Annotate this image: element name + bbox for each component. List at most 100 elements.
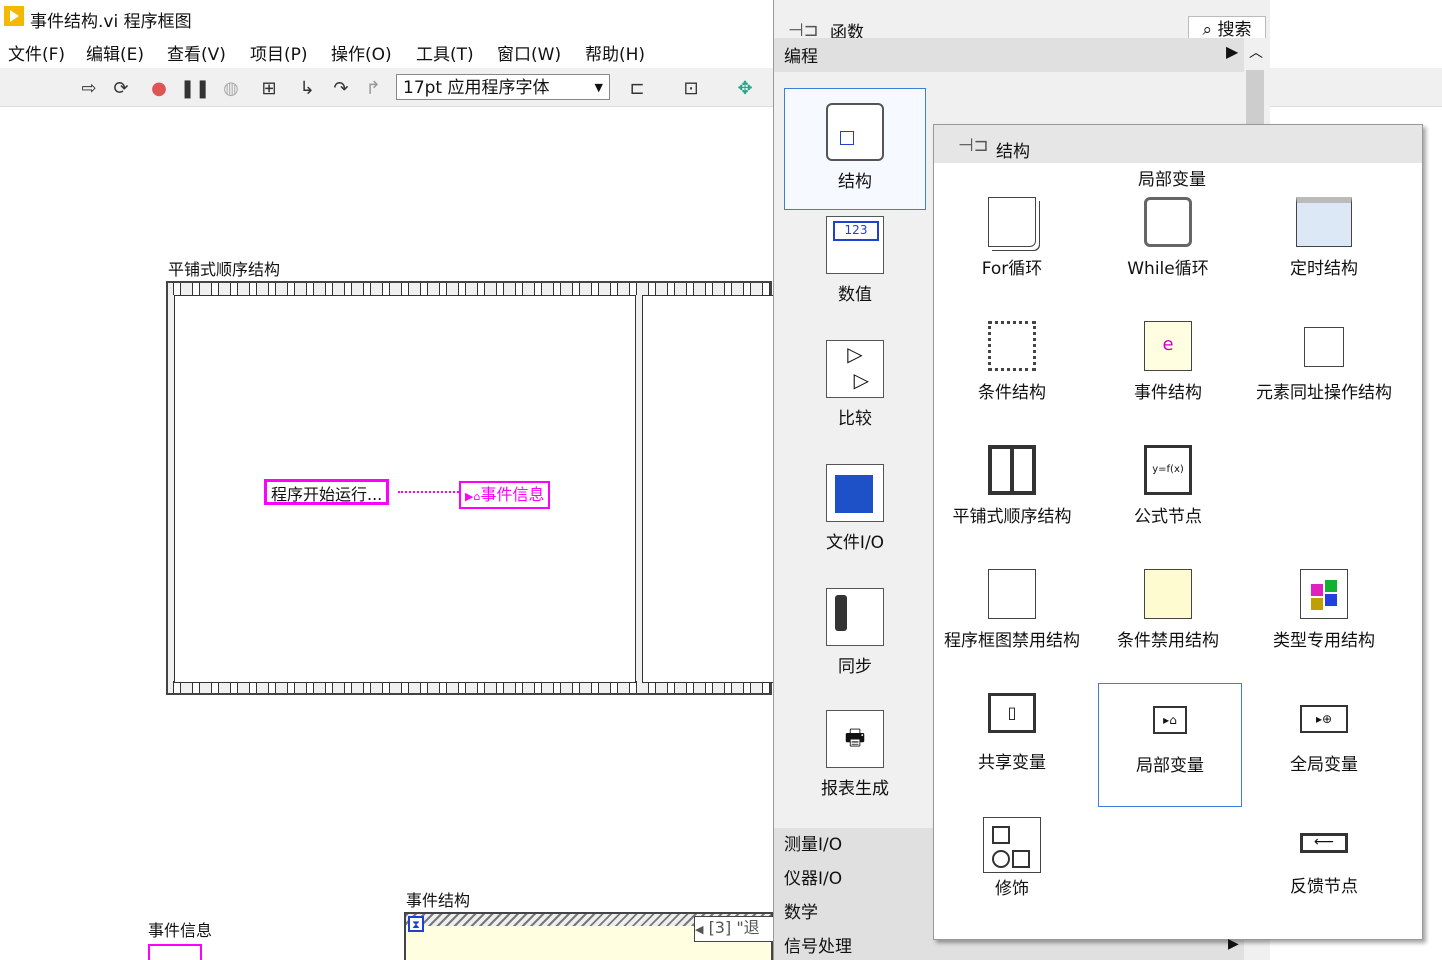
menu-window[interactable]: 窗口(W)	[497, 40, 561, 65]
palette-item-file-io[interactable]: 文件I/O	[784, 460, 926, 582]
event-structure-label: 事件结构	[406, 891, 471, 910]
menu-file[interactable]: 文件(F)	[8, 40, 65, 65]
palette-item-synchronization[interactable]: 同步	[784, 584, 926, 706]
type-square-blue	[1325, 594, 1337, 606]
palette-item-report-generation[interactable]: 🖶 报表生成	[784, 706, 926, 828]
selector-decrement-icon[interactable]: ◀	[695, 923, 703, 936]
sequence-frame-2[interactable]	[642, 295, 784, 683]
category-title: 编程	[784, 47, 818, 67]
palette-item-label: 文件I/O	[825, 533, 885, 553]
abort-icon[interactable]: ●	[148, 78, 170, 100]
item-diagram-disable[interactable]: 程序框图禁用结构	[940, 569, 1084, 693]
item-global-variable[interactable]: ▸⊕ 全局变量	[1252, 693, 1396, 817]
category-mathematics[interactable]: 数学	[784, 898, 818, 923]
labview-app-icon	[4, 6, 24, 26]
item-while-loop[interactable]: While循环	[1096, 197, 1240, 321]
menu-edit[interactable]: 编辑(E)	[86, 40, 144, 65]
string-wire[interactable]	[398, 491, 459, 493]
palette-item-label: 结构	[838, 172, 872, 192]
step-into-icon[interactable]: ↳	[296, 78, 318, 100]
category-bar[interactable]: 编程 ▶	[774, 38, 1244, 72]
pin-icon[interactable]: ⊣⊐	[958, 135, 989, 156]
palette-item-numeric[interactable]: 123 数值	[784, 212, 926, 334]
item-conditional-disable[interactable]: 条件禁用结构	[1096, 569, 1240, 693]
distribute-objects-icon[interactable]: ⊡	[680, 78, 702, 100]
run-continuously-icon[interactable]: ⟳	[110, 78, 132, 100]
chevron-down-icon: ▼	[594, 81, 603, 94]
item-flat-sequence[interactable]: 平铺式顺序结构	[940, 445, 1084, 569]
retain-wire-values-icon[interactable]: ⊞	[258, 78, 280, 100]
category-signal-processing[interactable]: 信号处理	[784, 932, 852, 957]
flat-sequence-label: 平铺式顺序结构	[168, 260, 281, 279]
type-square-green	[1325, 580, 1337, 592]
printer-icon: 🖶	[826, 710, 884, 768]
structures-icon	[826, 103, 884, 161]
align-objects-icon[interactable]: ⊏	[626, 78, 648, 100]
run-arrow-icon[interactable]: ⇨	[78, 78, 100, 100]
triangle-right-icon[interactable]: ▶	[1226, 42, 1238, 61]
item-case-structure[interactable]: 条件结构	[940, 321, 1084, 445]
font-dropdown[interactable]: 17pt 应用程序字体 ▼	[396, 74, 610, 100]
item-type-specialization[interactable]: 类型专用结构	[1252, 569, 1396, 693]
string-constant[interactable]: 程序开始运行...	[264, 479, 390, 505]
floppy-disk-icon	[826, 464, 884, 522]
highlight-execution-icon[interactable]: ◍	[220, 78, 242, 100]
hover-tooltip: 局部变量	[1138, 170, 1206, 190]
conditional-disable-icon	[1144, 569, 1192, 619]
menu-help[interactable]: 帮助(H)	[585, 40, 645, 65]
event-case-selector[interactable]: ◀ [3] "退	[694, 916, 776, 942]
menu-view[interactable]: 查看(V)	[167, 40, 226, 65]
item-local-variable[interactable]: ▸⌂ 局部变量	[1098, 683, 1242, 807]
case-structure-icon	[988, 321, 1036, 371]
menu-operate[interactable]: 操作(O)	[331, 40, 392, 65]
formula-icon-text: y=f(x)	[1152, 464, 1184, 475]
item-label: 修饰	[995, 879, 1029, 899]
menu-tools[interactable]: 工具(T)	[416, 40, 474, 65]
local-variable-node[interactable]: ▶⌂事件信息	[459, 481, 551, 509]
event-info-indicator[interactable]	[148, 944, 202, 960]
item-shared-variable[interactable]: ▯ 共享变量	[940, 693, 1084, 817]
search-icon: ⌕	[1202, 20, 1213, 40]
palette-item-label: 报表生成	[821, 779, 889, 799]
selector-value: [3] "退	[708, 918, 760, 937]
reorder-icon[interactable]: ✥	[734, 78, 756, 100]
hourglass-icon[interactable]: ⧗	[408, 916, 424, 932]
search-label: 搜索	[1217, 20, 1252, 40]
sequence-frame-1[interactable]	[174, 295, 636, 683]
step-out-icon[interactable]: ↱	[362, 78, 384, 100]
category-measurement-io[interactable]: 测量I/O	[784, 830, 842, 855]
font-dropdown-value: 17pt 应用程序字体	[403, 78, 550, 98]
flat-sequence-icon	[988, 445, 1036, 495]
item-timed-structure[interactable]: 定时结构	[1252, 197, 1396, 321]
subpalette-title: 结构	[996, 142, 1030, 162]
palette-item-label: 比较	[838, 409, 872, 429]
step-over-icon[interactable]: ↷	[330, 78, 352, 100]
decorations-icon	[983, 817, 1041, 873]
item-event-structure[interactable]: e 事件结构	[1096, 321, 1240, 445]
chevron-up-icon[interactable]: ︿	[1244, 42, 1268, 62]
numeric-icon-text: 123	[833, 221, 879, 241]
palette-item-structures[interactable]: 结构	[784, 88, 926, 210]
palette-item-label: 数值	[838, 285, 872, 305]
pause-icon[interactable]: ❚❚	[180, 78, 210, 100]
item-label: 全局变量	[1290, 755, 1358, 775]
local-variable-icon: ▸⌂	[1153, 706, 1187, 734]
palette-item-comparison[interactable]: ▷ ▷ 比较	[784, 336, 926, 458]
item-label: 类型专用结构	[1273, 631, 1375, 651]
item-label: While循环	[1127, 259, 1209, 279]
category-instrument-io[interactable]: 仪器I/O	[784, 864, 842, 889]
item-for-loop[interactable]: For循环	[940, 197, 1084, 321]
type-square-olive	[1311, 598, 1323, 610]
palette-header: ⊣⊐ 函数 ⌕ 搜索	[774, 6, 1270, 44]
item-feedback-node[interactable]: ⟵ 反馈节点	[1252, 817, 1396, 941]
item-formula-node[interactable]: y=f(x) 公式节点	[1096, 445, 1240, 569]
menu-project[interactable]: 项目(P)	[250, 40, 308, 65]
event-structure-icon: e	[1144, 321, 1192, 371]
shared-variable-icon: ▯	[988, 693, 1036, 733]
item-in-place-element[interactable]: 元素同址操作结构	[1252, 321, 1396, 445]
item-label: 局部变量	[1136, 756, 1204, 776]
item-decorations[interactable]: 修饰	[940, 817, 1084, 941]
event-structure[interactable]: ⧗ ◀ [3] "退	[404, 912, 776, 960]
triangle-right-icon[interactable]: ▶	[1228, 936, 1239, 952]
while-loop-icon	[1144, 197, 1192, 247]
